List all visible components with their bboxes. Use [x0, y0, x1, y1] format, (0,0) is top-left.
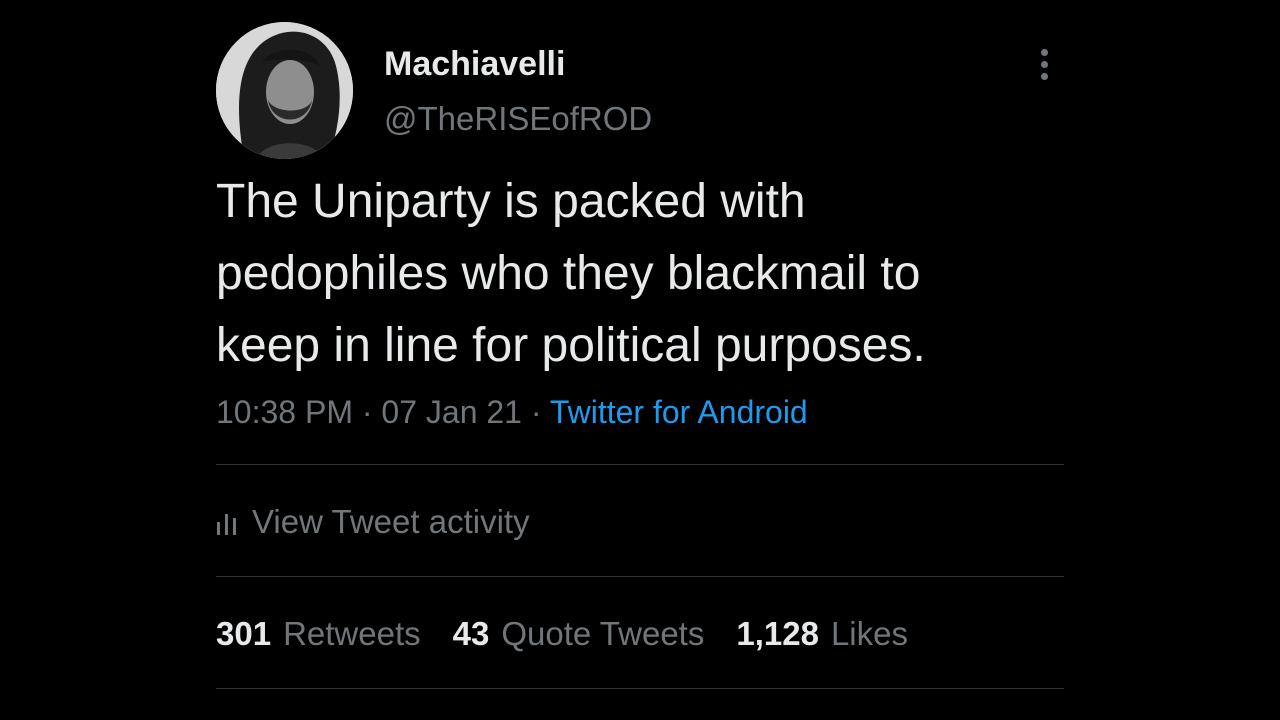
tweet-source-link[interactable]: Twitter for Android	[550, 394, 808, 430]
meta-separator: ·	[352, 394, 382, 430]
profile-photo-icon	[216, 22, 353, 159]
meta-separator: ·	[521, 394, 550, 430]
view-tweet-activity-label: View Tweet activity	[252, 503, 530, 540]
more-vertical-icon	[1040, 48, 1048, 56]
quote-tweets-stat[interactable]: 43 Quote Tweets	[453, 615, 705, 653]
author-display-name[interactable]: Machiavelli	[384, 42, 565, 86]
tweet-text: The Uniparty is packed with pedophiles w…	[216, 166, 1076, 382]
tweet-text-line: keep in line for political purposes.	[216, 319, 926, 372]
retweets-count: 301	[216, 615, 272, 652]
quote-tweets-label: Quote Tweets	[501, 615, 705, 652]
divider	[216, 688, 1064, 689]
more-vertical-icon	[1040, 60, 1048, 68]
retweets-stat[interactable]: 301 Retweets	[216, 615, 421, 653]
engagement-stats: 301 Retweets 43 Quote Tweets 1,128 Likes	[216, 610, 908, 658]
likes-count: 1,128	[736, 615, 819, 652]
more-options-button[interactable]	[1030, 44, 1058, 84]
likes-label: Likes	[830, 615, 908, 652]
author-handle[interactable]: @TheRISEofROD	[384, 97, 652, 141]
likes-stat[interactable]: 1,128 Likes	[736, 615, 908, 653]
tweet-meta: 10:38 PM · 07 Jan 21 · Twitter for Andro…	[216, 390, 808, 434]
quote-tweets-count: 43	[452, 615, 490, 652]
tweet-text-line: pedophiles who they blackmail to	[216, 247, 921, 300]
divider	[216, 576, 1064, 577]
tweet-text-line: The Uniparty is packed with	[216, 175, 806, 228]
tweet-date[interactable]: 07 Jan 21	[381, 394, 522, 430]
divider	[216, 464, 1064, 465]
tweet-detail-view: Machiavelli @TheRISEofROD The Uniparty i…	[0, 0, 1280, 720]
retweets-label: Retweets	[283, 615, 421, 652]
bar-chart-icon	[217, 514, 236, 535]
more-vertical-icon	[1040, 72, 1048, 80]
tweet-time[interactable]: 10:38 PM	[216, 394, 353, 430]
view-tweet-activity-button[interactable]: View Tweet activity	[216, 498, 530, 546]
avatar[interactable]	[216, 22, 353, 159]
